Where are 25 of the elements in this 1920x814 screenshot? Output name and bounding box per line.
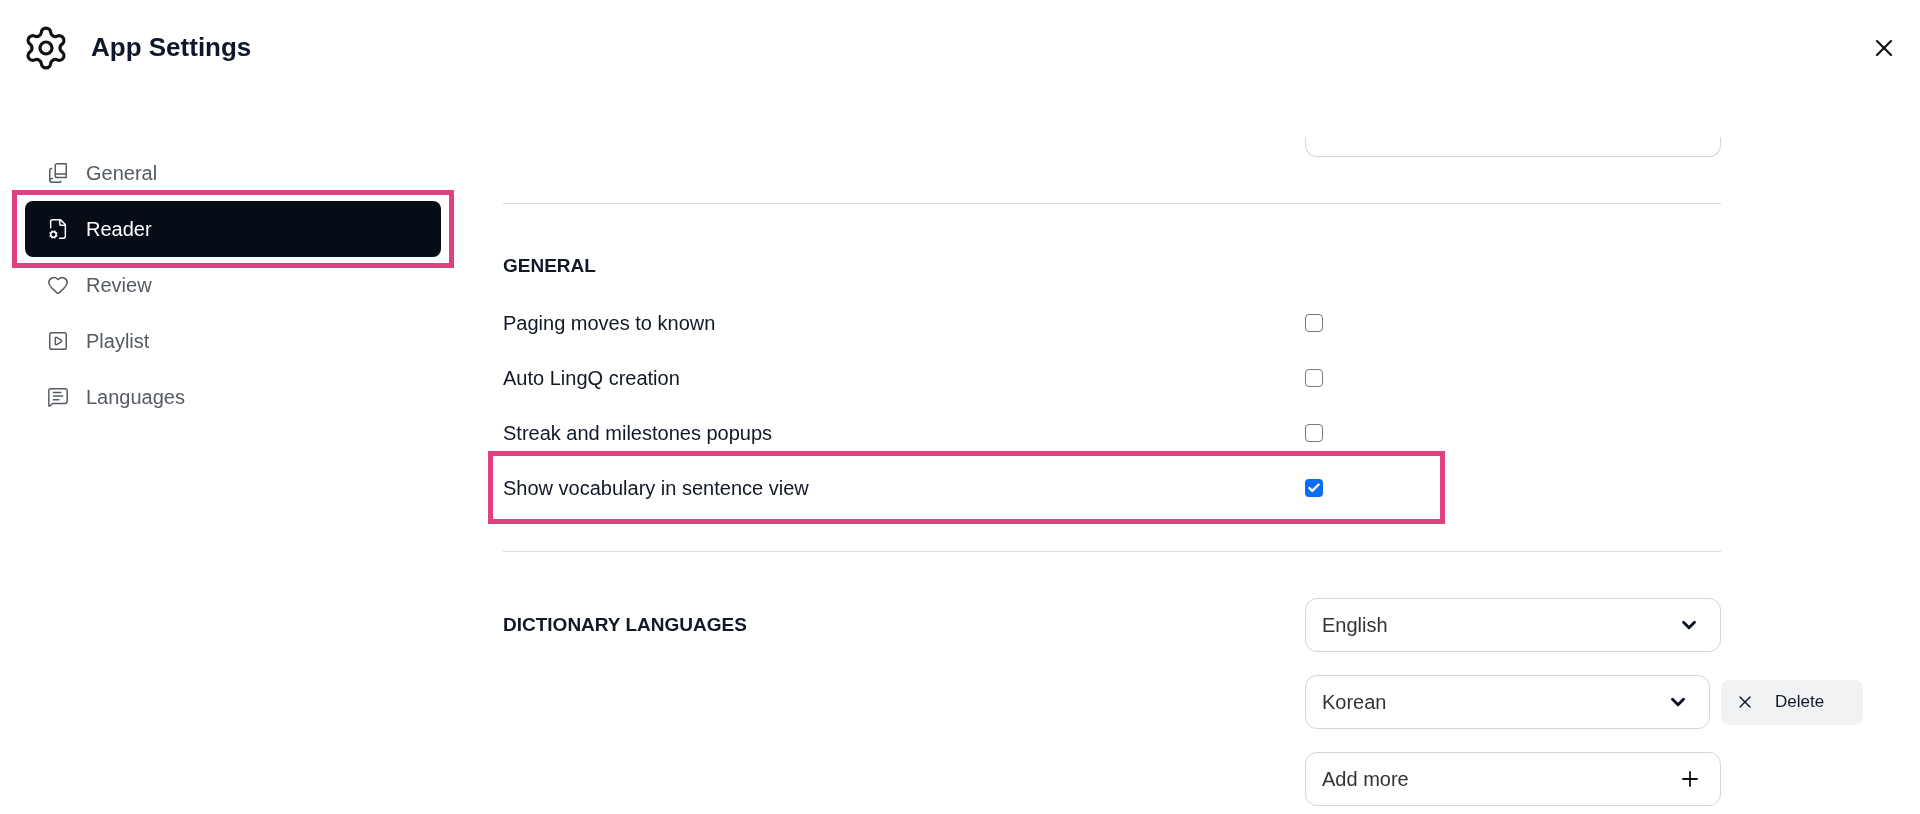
setting-label: Show vocabulary in sentence view bbox=[503, 475, 810, 501]
heart-icon bbox=[47, 274, 69, 296]
document-gear-icon bbox=[47, 218, 69, 240]
play-square-icon bbox=[47, 330, 69, 352]
checkbox[interactable] bbox=[1305, 368, 1323, 387]
message-icon bbox=[47, 386, 69, 408]
setting-label: Paging moves to known bbox=[503, 310, 717, 336]
checkbox[interactable] bbox=[1305, 478, 1323, 497]
sidebar-item[interactable]: Reader bbox=[25, 201, 441, 257]
add-more-field[interactable]: Add more bbox=[1305, 752, 1721, 806]
sidebar-item[interactable]: General bbox=[25, 145, 441, 201]
section-heading: DICTIONARY LANGUAGES bbox=[503, 612, 747, 637]
delete-button[interactable]: Delete bbox=[1721, 679, 1863, 725]
checkbox[interactable] bbox=[1305, 313, 1323, 332]
language-select[interactable]: Korean bbox=[1305, 675, 1710, 729]
section-heading: GENERAL bbox=[503, 253, 596, 278]
sidebar-item[interactable]: Playlist bbox=[25, 313, 441, 369]
setting-label: Streak and milestones popups bbox=[503, 420, 774, 446]
setting-label: Auto LingQ creation bbox=[503, 365, 681, 391]
checkbox[interactable] bbox=[1305, 423, 1323, 442]
books-icon bbox=[47, 162, 69, 184]
sidebar-item[interactable]: Review bbox=[25, 257, 441, 313]
language-select[interactable]: English bbox=[1305, 598, 1721, 652]
sidebar-item[interactable]: Languages bbox=[25, 369, 441, 425]
window-title: App Settings bbox=[91, 31, 252, 64]
